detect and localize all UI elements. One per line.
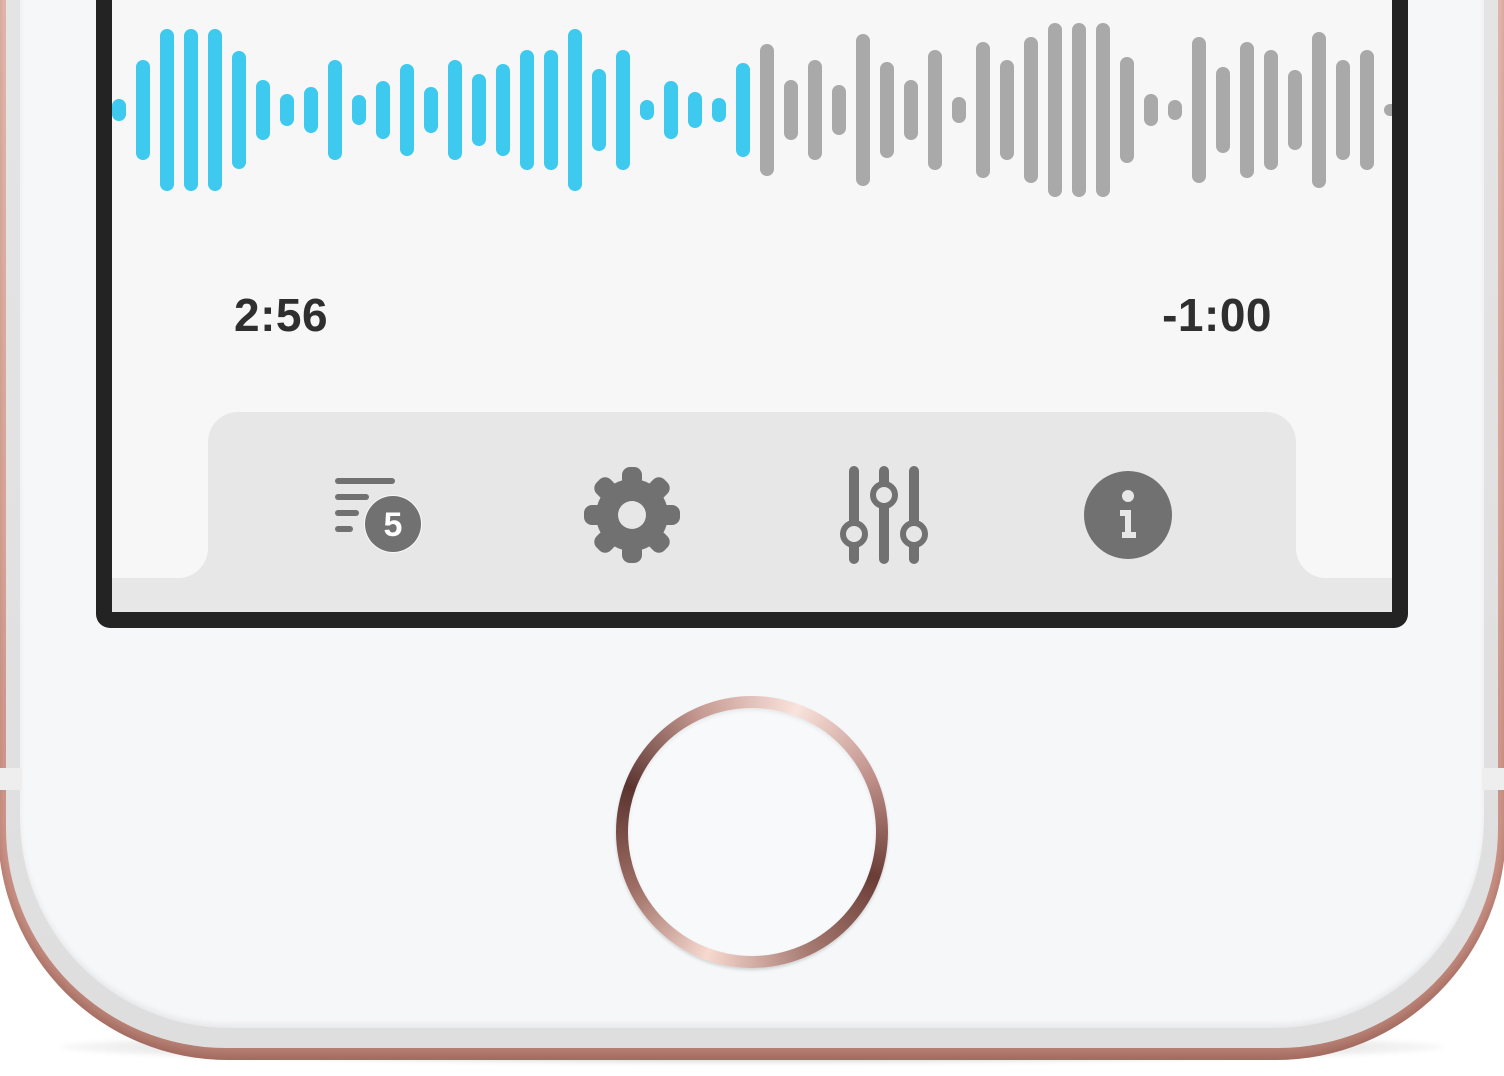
antenna-line-left xyxy=(0,768,22,790)
waveform-bar-unplayed xyxy=(1336,60,1350,160)
toolbar-corner-right xyxy=(1296,518,1356,578)
waveform-bar-unplayed xyxy=(1048,23,1062,197)
waveform-bar-played xyxy=(640,100,654,120)
waveform-bar-played xyxy=(256,80,270,140)
waveform-bar-unplayed xyxy=(952,97,966,123)
waveform-bar-played xyxy=(712,98,726,122)
waveform-bar-unplayed xyxy=(1384,104,1392,116)
waveform-bar-unplayed xyxy=(808,60,822,160)
waveform-bar-played xyxy=(736,63,750,157)
waveform-bar-played xyxy=(328,60,342,160)
waveform-bar-unplayed xyxy=(1072,23,1086,197)
waveform-bar-played xyxy=(112,99,126,121)
remaining-time: -1:00 xyxy=(1162,289,1272,341)
screen: 2:56 -1:00 5 xyxy=(96,0,1408,628)
waveform-bar-unplayed xyxy=(976,42,990,178)
info-button[interactable] xyxy=(1073,460,1183,570)
waveform-bar-played xyxy=(472,74,486,146)
home-button-face xyxy=(628,708,876,956)
waveform-bar-played xyxy=(448,60,462,160)
waveform-bar-unplayed xyxy=(1288,70,1302,150)
waveform-bar-unplayed xyxy=(1024,37,1038,183)
queue-button[interactable]: 5 xyxy=(322,460,432,570)
info-icon xyxy=(1084,471,1172,559)
waveform-bar-played xyxy=(352,95,366,125)
waveform-bar-played xyxy=(232,51,246,169)
waveform-bar-played xyxy=(496,64,510,156)
waveform-scrubber[interactable] xyxy=(112,0,1392,240)
waveform-bar-unplayed xyxy=(1216,67,1230,153)
toolbar-corner-left xyxy=(148,518,208,578)
settings-button[interactable] xyxy=(577,460,687,570)
device-mockup: 2:56 -1:00 5 xyxy=(0,0,1504,1076)
waveform-bar-unplayed xyxy=(928,50,942,170)
waveform-bar-unplayed xyxy=(784,80,798,140)
waveform-bar-unplayed xyxy=(1096,23,1110,197)
home-button[interactable] xyxy=(616,696,888,968)
waveform-bar-played xyxy=(616,50,630,170)
waveform-bar-played xyxy=(544,50,558,170)
waveform-bar-unplayed xyxy=(1168,100,1182,120)
waveform-bar-played xyxy=(376,81,390,139)
waveform-bar-played xyxy=(280,94,294,126)
player-display: 2:56 -1:00 5 xyxy=(112,0,1392,612)
waveform-bar-played xyxy=(304,87,318,133)
queue-count: 5 xyxy=(384,506,403,544)
bottom-toolbar: 5 xyxy=(208,412,1296,612)
waveform-bar-unplayed xyxy=(880,62,894,158)
waveform-bar-unplayed xyxy=(1360,50,1374,170)
antenna-line-right xyxy=(1482,768,1504,790)
waveform-bar-unplayed xyxy=(1312,32,1326,188)
waveform-bar-unplayed xyxy=(904,80,918,140)
waveform-bar-played xyxy=(664,81,678,139)
waveform-bar-played xyxy=(400,64,414,156)
waveform-bar-played xyxy=(592,69,606,151)
gear-icon xyxy=(584,467,680,563)
waveform-bar-played xyxy=(568,29,582,191)
elapsed-time: 2:56 xyxy=(234,289,329,341)
equalizer-button[interactable] xyxy=(829,460,939,570)
waveform-bar-unplayed xyxy=(760,44,774,176)
waveform-bar-unplayed xyxy=(1120,57,1134,163)
waveform-bar-played xyxy=(160,29,174,191)
sliders-icon xyxy=(840,466,928,564)
waveform-bar-unplayed xyxy=(1264,50,1278,170)
waveform-bar-played xyxy=(208,29,222,191)
waveform-bar-unplayed xyxy=(856,34,870,186)
waveform-bar-played xyxy=(184,29,198,191)
queue-list-icon: 5 xyxy=(335,478,422,553)
waveform-bar-unplayed xyxy=(1192,37,1206,183)
waveform-bar-unplayed xyxy=(1000,60,1014,160)
waveform-bar-unplayed xyxy=(1144,94,1158,126)
waveform-bar-unplayed xyxy=(1240,42,1254,178)
waveform-bar-played xyxy=(688,92,702,128)
waveform-bar-played xyxy=(424,87,438,133)
waveform-bar-unplayed xyxy=(832,85,846,135)
waveform-bar-played xyxy=(136,60,150,160)
waveform-bar-played xyxy=(520,50,534,170)
